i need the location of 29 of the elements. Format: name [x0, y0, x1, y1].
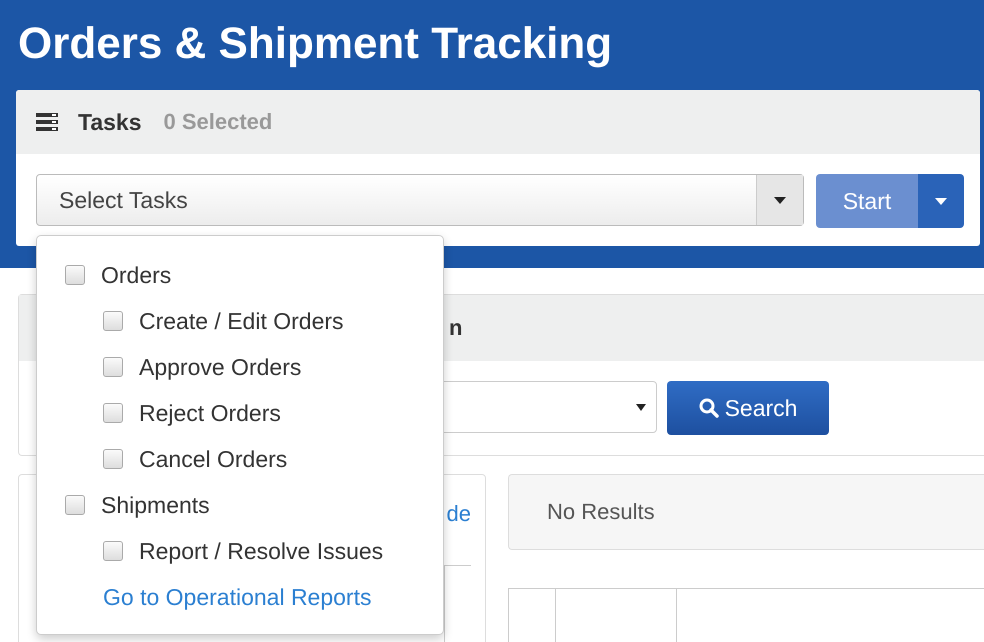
- menu-item[interactable]: Cancel Orders: [65, 436, 443, 482]
- checkbox[interactable]: [103, 541, 123, 561]
- checkbox[interactable]: [103, 449, 123, 469]
- page-title: Orders & Shipment Tracking: [18, 18, 614, 70]
- menu-item[interactable]: Reject Orders: [65, 390, 443, 436]
- checkbox[interactable]: [65, 265, 85, 285]
- checkbox[interactable]: [103, 357, 123, 377]
- caret-icon: [636, 404, 646, 410]
- panel-link[interactable]: de: [446, 501, 471, 527]
- task-select[interactable]: Select Tasks: [36, 174, 804, 226]
- list-icon: [36, 113, 58, 131]
- checkbox[interactable]: [65, 495, 85, 515]
- caret-icon: [935, 198, 947, 204]
- no-results-text: No Results: [547, 499, 655, 525]
- panel-title: n: [449, 315, 462, 341]
- panel-title: Tasks: [78, 108, 142, 136]
- checkbox[interactable]: [103, 403, 123, 423]
- reports-link[interactable]: Go to Operational Reports: [65, 574, 443, 620]
- menu-item[interactable]: Shipments: [65, 482, 443, 528]
- checkbox[interactable]: [103, 311, 123, 331]
- menu-item[interactable]: Approve Orders: [65, 344, 443, 390]
- search-button[interactable]: Search: [667, 381, 829, 435]
- search-icon: [698, 398, 719, 418]
- menu-item[interactable]: Orders: [65, 252, 443, 298]
- caret-icon: [774, 196, 786, 204]
- menu-item[interactable]: Create / Edit Orders: [65, 298, 443, 344]
- start-menu-button[interactable]: [918, 174, 964, 228]
- menu-item[interactable]: Report / Resolve Issues: [65, 528, 443, 574]
- selected-count: 0 Selected: [164, 109, 272, 135]
